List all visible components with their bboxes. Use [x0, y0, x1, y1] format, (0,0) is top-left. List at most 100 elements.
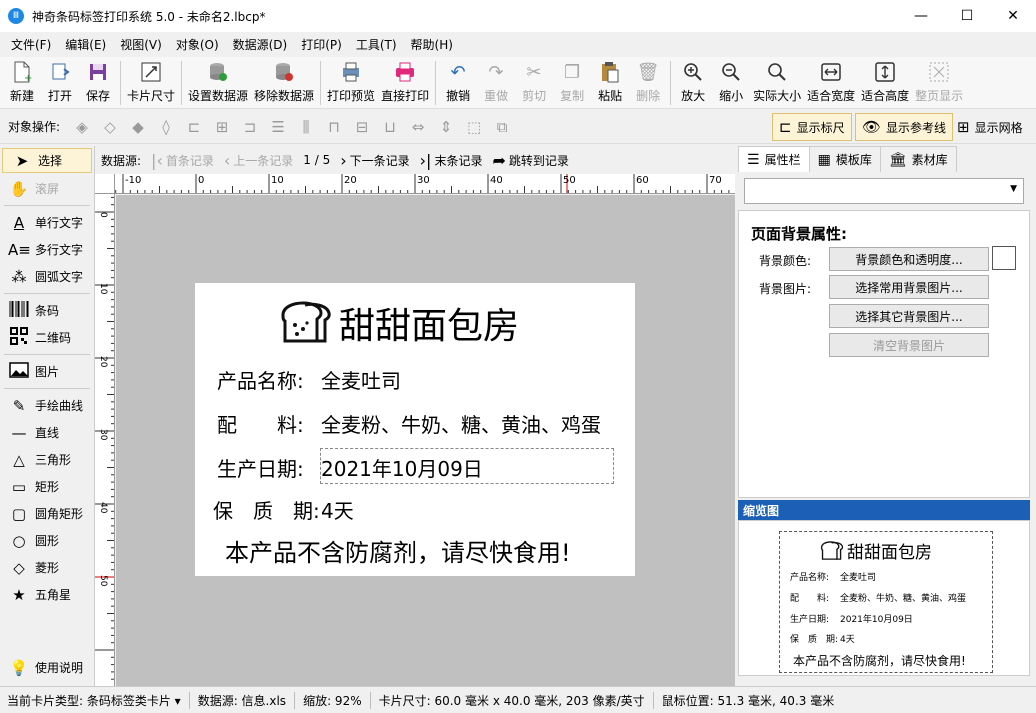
redo-button[interactable]: ↷ 重做 [477, 57, 515, 104]
layer-top-icon[interactable]: ◈ [71, 116, 93, 138]
object-select[interactable]: ▼ [744, 178, 1024, 204]
last-record-button[interactable]: ›| 末条记录 [420, 151, 483, 170]
save-button[interactable]: 保存 [79, 57, 117, 104]
align-left-icon[interactable]: ⊏ [183, 116, 205, 138]
actual-size-button[interactable]: 实际大小 [750, 57, 804, 104]
align-top-icon[interactable]: ⊓ [323, 116, 345, 138]
fit-width-icon [819, 60, 843, 84]
tool-multi-text[interactable]: A≡ 多行文字 [0, 236, 94, 263]
cut-button[interactable]: ✂ 剪切 [515, 57, 553, 104]
thumbnail-area[interactable]: 甜甜面包房 产品名称: 全麦吐司 配 料: 全麦粉、牛奶、糖、黄油、鸡蛋 生产日… [738, 520, 1030, 676]
card-title[interactable]: 甜甜面包房 [275, 297, 519, 349]
bg-color-swatch[interactable] [992, 246, 1016, 270]
bg-clear-image-button[interactable]: 清空背景图片 [829, 333, 989, 357]
menu-edit[interactable]: 编辑(E) [58, 36, 113, 53]
maximize-button[interactable]: ☐ [944, 0, 990, 32]
tool-image[interactable]: 图片 [0, 358, 94, 385]
first-record-button[interactable]: |‹ 首条记录 [151, 151, 214, 170]
tool-scroll[interactable]: ✋ 滚屏 [0, 175, 94, 202]
zoom-out-button[interactable]: 缩小 [712, 57, 750, 104]
design-canvas[interactable]: 甜甜面包房 产品名称: 全麦吐司 配 料: 全麦粉、牛奶、糖、黄油、鸡蛋 生产日… [116, 195, 735, 686]
fit-height-button[interactable]: 适合高度 [858, 57, 912, 104]
open-button[interactable]: 打开 [41, 57, 79, 104]
new-button[interactable]: + 新建 [3, 57, 41, 104]
layer-up-icon[interactable]: ◇ [99, 116, 121, 138]
remove-datasource-button[interactable]: 移除数据源 [251, 57, 317, 104]
ruler-label: 0 [198, 175, 205, 186]
zoom-in-button[interactable]: 放大 [674, 57, 712, 104]
next-record-button[interactable]: › 下一条记录 [340, 151, 409, 170]
show-guides-toggle[interactable]: 👁 显示参考线 [855, 113, 954, 141]
menu-file[interactable]: 文件(F) [4, 36, 58, 53]
status-card-type[interactable]: 当前卡片类型: 条码标签类卡片 ▾ [7, 691, 190, 709]
undo-button[interactable]: ↶ 撤销 [439, 57, 477, 104]
ruler-label: 30 [98, 429, 108, 441]
bg-color-button[interactable]: 背景颜色和透明度... [829, 247, 989, 271]
tool-arc-text[interactable]: ⁂ 圆弧文字 [0, 263, 94, 290]
tab-properties[interactable]: ☰ 属性栏 [738, 146, 810, 172]
label-card[interactable]: 甜甜面包房 产品名称: 全麦吐司 配 料: 全麦粉、牛奶、糖、黄油、鸡蛋 生产日… [195, 283, 635, 576]
tab-templates[interactable]: ▦ 模板库 [808, 146, 881, 172]
menu-print[interactable]: 打印(P) [294, 36, 349, 53]
distribute-horizontal-icon[interactable]: ⫼ [295, 116, 317, 138]
thumbnail-shelf-row: 保 质 期: 4天 [790, 635, 855, 645]
align-bottom-icon[interactable]: ⊔ [379, 116, 401, 138]
align-center-icon[interactable]: ⊞ [211, 116, 233, 138]
group-icon[interactable]: ⬚ [463, 116, 485, 138]
tool-single-text[interactable]: A 单行文字 [0, 209, 94, 236]
tool-triangle[interactable]: △ 三角形 [0, 446, 94, 473]
tool-line[interactable]: — 直线 [0, 419, 94, 446]
tool-star[interactable]: ★ 五角星 [0, 581, 94, 608]
bg-common-image-button[interactable]: 选择常用背景图片... [829, 275, 989, 299]
tool-freehand[interactable]: ✎ 手绘曲线 [0, 392, 94, 419]
set-datasource-button[interactable]: 设置数据源 [185, 57, 251, 104]
tab-assets[interactable]: 🏛 素材库 [879, 146, 957, 172]
menu-tools[interactable]: 工具(T) [349, 36, 404, 53]
tool-diamond[interactable]: ◇ 菱形 [0, 554, 94, 581]
close-button[interactable]: ✕ [990, 0, 1036, 32]
minimize-button[interactable]: — [898, 0, 944, 32]
ingredients-row[interactable]: 配 料: 全麦粉、牛奶、糖、黄油、鸡蛋 [217, 409, 601, 438]
tool-separator [4, 205, 90, 206]
align-middle-icon[interactable]: ⊟ [351, 116, 373, 138]
delete-button[interactable]: 🗑 删除 [629, 57, 667, 104]
show-grid-toggle[interactable]: ⊞ 显示网格 [950, 113, 1030, 141]
printer-icon [393, 60, 417, 84]
tool-circle[interactable]: ○ 圆形 [0, 527, 94, 554]
card-size-button[interactable]: 卡片尺寸 [124, 57, 178, 104]
tool-barcode[interactable]: 条码 [0, 297, 94, 324]
layer-bottom-icon[interactable]: ◊ [155, 116, 177, 138]
fit-width-button[interactable]: 适合宽度 [804, 57, 858, 104]
toolbar-separator [670, 61, 672, 105]
menu-datasource[interactable]: 数据源(D) [226, 36, 295, 53]
bg-other-image-button[interactable]: 选择其它背景图片... [829, 304, 989, 328]
same-width-icon[interactable]: ⇔ [407, 116, 429, 138]
align-right-icon[interactable]: ⊐ [239, 116, 261, 138]
jump-record-button[interactable]: ➦ 跳转到记录 [492, 151, 568, 170]
prev-record-button[interactable]: ‹ 上一条记录 [224, 151, 293, 170]
tool-select[interactable]: ➤ 选择 [2, 148, 92, 173]
help-button[interactable]: 💡 使用说明 [0, 654, 83, 681]
cursor-icon: ➤ [15, 151, 29, 170]
shelf-life-row[interactable]: 保 质 期: 4天 [213, 495, 354, 524]
fit-page-button[interactable]: 整页显示 [912, 57, 966, 104]
card-slogan[interactable]: 本产品不含防腐剂，请尽快食用! [225, 533, 571, 568]
layer-down-icon[interactable]: ◆ [127, 116, 149, 138]
product-name-row[interactable]: 产品名称: 全麦吐司 [217, 365, 401, 394]
menu-object[interactable]: 对象(O) [169, 36, 226, 53]
distribute-vertical-icon[interactable]: ☰ [267, 116, 289, 138]
same-height-icon[interactable]: ⇕ [435, 116, 457, 138]
show-ruler-toggle[interactable]: ⊏ 显示标尺 [772, 113, 852, 141]
tool-round-rect[interactable]: ▢ 圆角矩形 [0, 500, 94, 527]
ungroup-icon[interactable]: ⧉ [491, 116, 513, 138]
production-date-row[interactable]: 生产日期: 2021年10月09日 [217, 453, 483, 482]
copy-button[interactable]: ❐ 复制 [553, 57, 591, 104]
tool-qrcode[interactable]: 二维码 [0, 324, 94, 351]
paste-button[interactable]: 粘贴 [591, 57, 629, 104]
direct-print-button[interactable]: 直接打印 [378, 57, 432, 104]
menu-help[interactable]: 帮助(H) [404, 36, 460, 53]
menu-view[interactable]: 视图(V) [113, 36, 169, 53]
print-preview-button[interactable]: 打印预览 [324, 57, 378, 104]
tool-separator [4, 354, 90, 355]
tool-rect[interactable]: ▭ 矩形 [0, 473, 94, 500]
